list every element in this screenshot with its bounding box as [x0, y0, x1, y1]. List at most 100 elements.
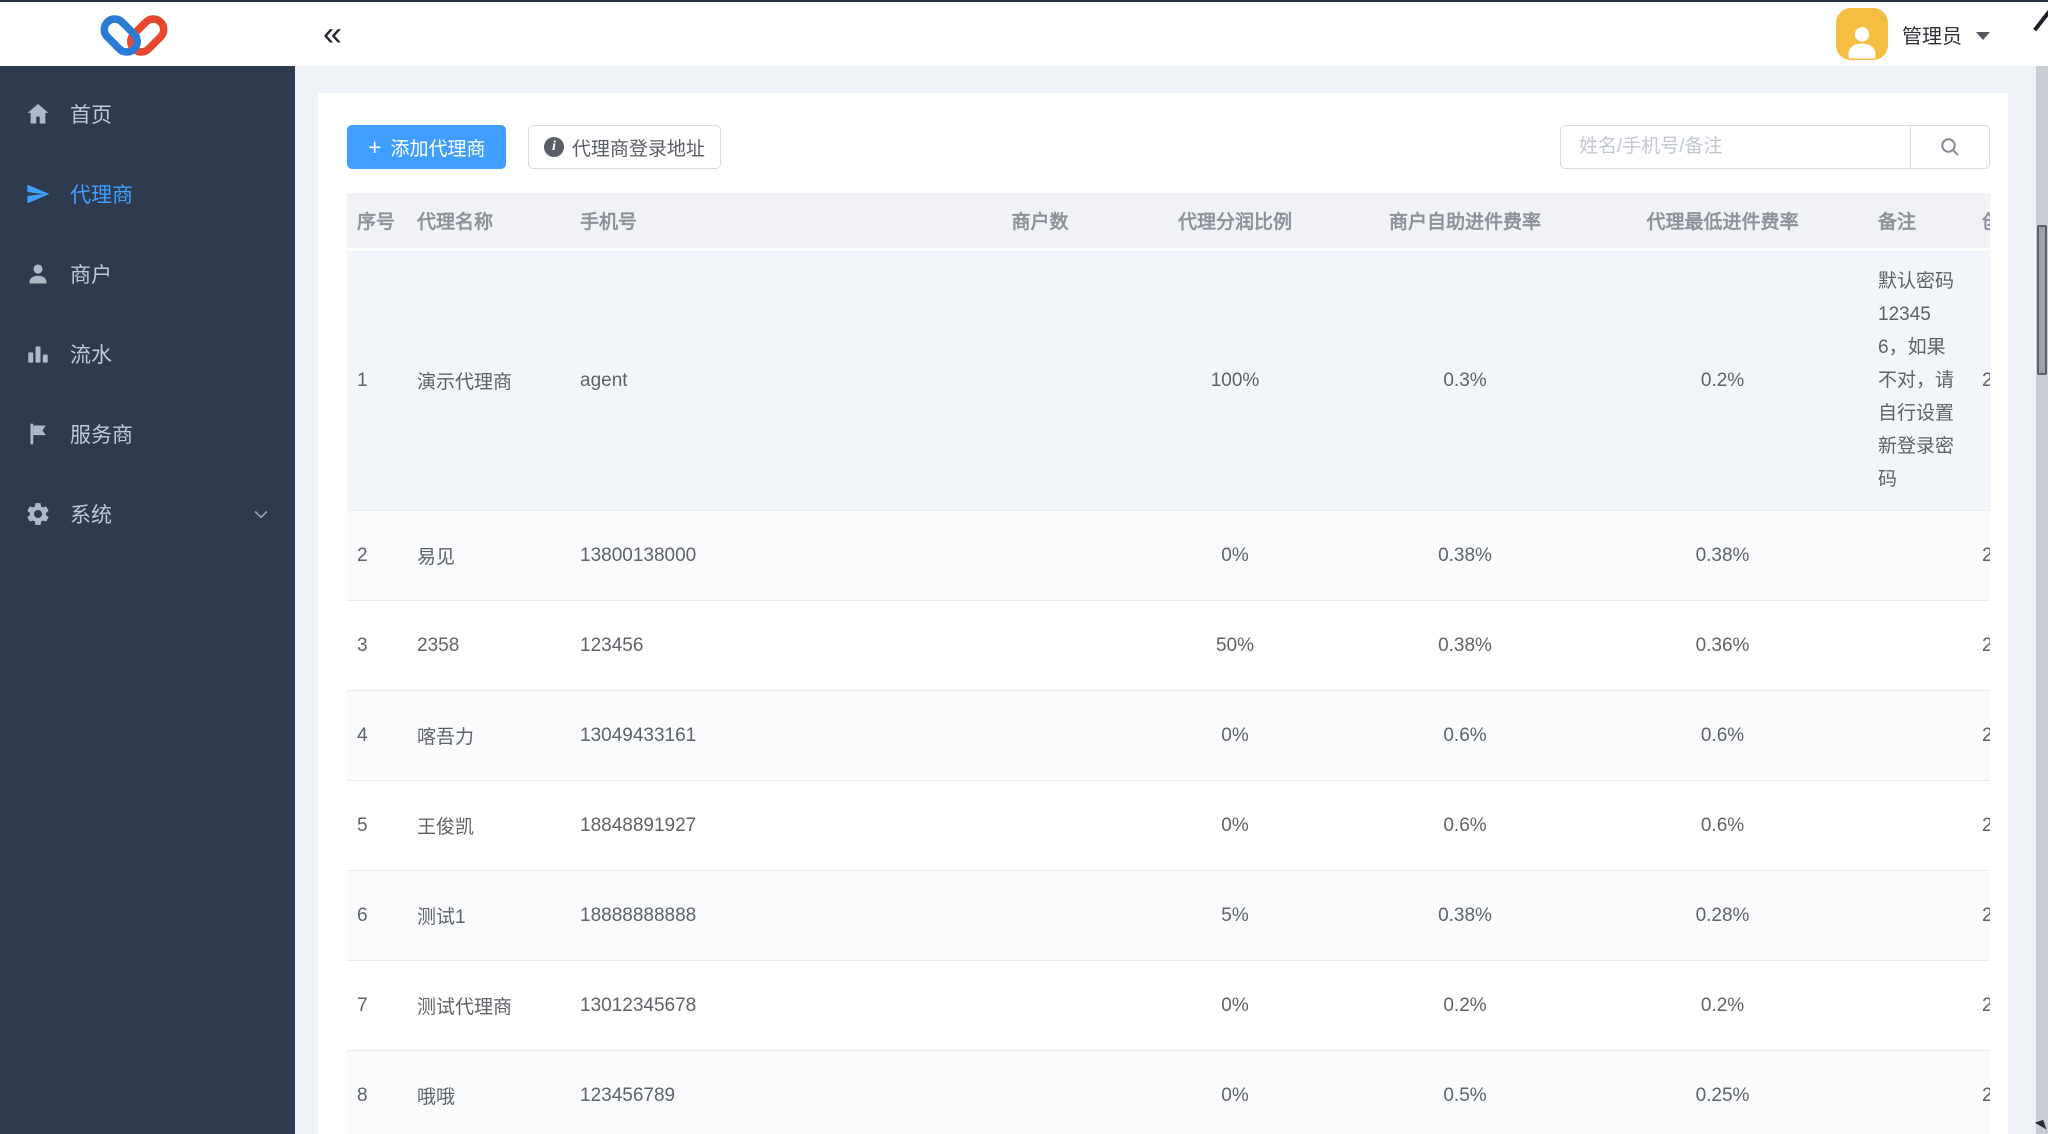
cell-remark: 默认密码123456，如果不对，请自行设置新登录密码 — [1845, 249, 1960, 511]
column-header-name: 代理名称 — [407, 193, 570, 251]
cell-name: 演示代理商 — [407, 249, 570, 511]
cell-index: 2 — [347, 510, 407, 601]
cell-profit_ratio: 0% — [1140, 510, 1330, 601]
cell-agent_min_rate: 0.28% — [1600, 870, 1845, 961]
column-header-phone: 手机号 — [570, 193, 940, 251]
cell-merchants — [940, 1050, 1140, 1134]
search-button[interactable] — [1910, 125, 1990, 169]
cell-agent_min_rate: 0.6% — [1600, 780, 1845, 871]
cell-profit_ratio: 50% — [1140, 600, 1330, 691]
cell-index: 6 — [347, 870, 407, 961]
cell-merchants — [940, 249, 1140, 511]
table-row: 5王俊凯188488919270%0.6%0.6%2 — [347, 780, 1990, 871]
cell-name: 测试1 — [407, 870, 570, 961]
toolbar: + 添加代理商 i 代理商登录地址 — [347, 125, 1990, 169]
cell-created: 2 — [1960, 960, 1990, 1051]
agent-login-address-button[interactable]: i 代理商登录地址 — [527, 125, 721, 169]
cell-created: 2 — [1960, 690, 1990, 781]
sidebar-item-label: 系统 — [70, 504, 112, 527]
cell-merchant_self_rate: 0.38% — [1330, 510, 1600, 601]
cell-created: 2 — [1960, 1050, 1990, 1134]
cell-agent_min_rate: 0.36% — [1600, 600, 1845, 691]
cell-agent_min_rate: 0.2% — [1600, 249, 1845, 511]
cell-name: 易见 — [407, 510, 570, 601]
user-menu[interactable]: 管理员 — [1836, 2, 1990, 66]
user-icon — [25, 261, 51, 287]
column-header-profit_ratio: 代理分润比例 — [1140, 193, 1330, 251]
user-name: 管理员 — [1902, 25, 1962, 48]
app-root: « 管理员 首页 代理商 商户 流水 服务商 系统 + 添加代理商 i 代理商登… — [0, 0, 2048, 1134]
sidebar-item-label: 代理商 — [70, 184, 133, 207]
table-row: 32358123456 50%0.38%0.36% 2 — [347, 600, 1990, 691]
cell-merchant_self_rate: 0.3% — [1330, 249, 1600, 511]
scrollbar-thumb[interactable] — [2037, 225, 2047, 375]
cell-name: 哦哦 — [407, 1050, 570, 1134]
cell-merchants — [940, 960, 1140, 1051]
cell-phone: 18848891927 — [570, 780, 940, 871]
cell-index: 5 — [347, 780, 407, 871]
sidebar-item-system[interactable]: 系统 — [0, 474, 295, 554]
column-header-created: 创建时间 — [1960, 193, 1990, 251]
sidebar-item-label: 首页 — [70, 104, 112, 127]
cell-created: 2 — [1960, 249, 1990, 511]
cell-merchant_self_rate: 0.2% — [1330, 960, 1600, 1051]
sidebar-item-home[interactable]: 首页 — [0, 74, 295, 154]
column-header-remark: 备注 — [1845, 193, 1960, 251]
cell-profit_ratio: 0% — [1140, 1050, 1330, 1134]
sidebar-item-label: 商户 — [70, 264, 112, 287]
cell-remark — [1845, 780, 1960, 871]
logo-rings-icon — [100, 15, 168, 56]
brand-logo — [98, 9, 170, 61]
chart-icon — [25, 341, 51, 367]
cell-phone: 13800138000 — [570, 510, 940, 601]
cell-agent_min_rate: 0.25% — [1600, 1050, 1845, 1134]
column-header-index: 序号 — [347, 193, 407, 251]
cell-name: 喀吾力 — [407, 690, 570, 781]
caret-down-icon — [1976, 31, 1990, 40]
cell-remark — [1845, 690, 1960, 781]
table-row: 4喀吾力130494331610%0.6%0.6%2 — [347, 690, 1990, 781]
cell-profit_ratio: 0% — [1140, 780, 1330, 871]
cell-name: 王俊凯 — [407, 780, 570, 871]
cell-merchants — [940, 870, 1140, 961]
column-header-merchant_self_rate: 商户自助进件费率 — [1330, 193, 1600, 251]
search-icon — [1941, 138, 1959, 156]
cell-merchants — [940, 600, 1140, 691]
search-input[interactable] — [1560, 125, 1910, 169]
cell-phone: 123456789 — [570, 1050, 940, 1134]
cell-created: 2 — [1960, 600, 1990, 691]
cell-phone: 13012345678 — [570, 960, 940, 1051]
agent-login-address-label: 代理商登录地址 — [571, 138, 705, 160]
agents-table-wrap: 序号代理名称手机号商户数代理分润比例商户自助进件费率代理最低进件费率备注创建时间… — [347, 193, 1990, 1134]
main-content: + 添加代理商 i 代理商登录地址 姓名/手机号/备注 序号 代理名称 手机号 … — [295, 66, 2048, 1134]
cell-merchant_self_rate: 0.6% — [1330, 690, 1600, 781]
cell-merchant_self_rate: 0.6% — [1330, 780, 1600, 871]
cell-index: 8 — [347, 1050, 407, 1134]
cell-merchants — [940, 510, 1140, 601]
table-row: 1 演示代理商 agent 100% 0.3% 0.2% 默认密码123456，如果不对，请… — [347, 249, 1990, 511]
sidebar-item-flow[interactable]: 流水 — [0, 314, 295, 394]
cell-name: 测试代理商 — [407, 960, 570, 1051]
vertical-scrollbar[interactable] — [2036, 66, 2048, 1134]
sidebar-collapse-button[interactable]: « — [323, 8, 342, 60]
sidebar-item-label: 流水 — [70, 344, 112, 367]
sidebar-item-merchant[interactable]: 商户 — [0, 234, 295, 314]
cell-merchant_self_rate: 0.38% — [1330, 600, 1600, 691]
cell-phone: 18888888888 — [570, 870, 940, 961]
cell-phone: 123456 — [570, 600, 940, 691]
content-panel: + 添加代理商 i 代理商登录地址 姓名/手机号/备注 序号 代理名称 手机号 … — [318, 93, 2008, 1134]
plus-icon: + — [368, 133, 382, 160]
home-icon — [25, 101, 51, 127]
table-row: 6测试118888888888 5%0.38%0.28% 2 — [347, 870, 1990, 961]
add-agent-button[interactable]: + 添加代理商 — [347, 125, 507, 169]
cell-phone: 13049433161 — [570, 690, 940, 781]
cell-merchants — [940, 690, 1140, 781]
agents-table: 序号代理名称手机号商户数代理分润比例商户自助进件费率代理最低进件费率备注创建时间… — [347, 193, 1990, 1134]
sidebar-item-agent[interactable]: 代理商 — [0, 154, 295, 234]
table-row: 8哦哦123456789 0%0.5%0.25% 2 — [347, 1050, 1990, 1134]
add-agent-button-label: 添加代理商 — [390, 138, 486, 160]
cell-merchants — [940, 780, 1140, 871]
cell-agent_min_rate: 0.2% — [1600, 960, 1845, 1051]
sidebar-item-provider[interactable]: 服务商 — [0, 394, 295, 474]
cell-profit_ratio: 100% — [1140, 249, 1330, 511]
